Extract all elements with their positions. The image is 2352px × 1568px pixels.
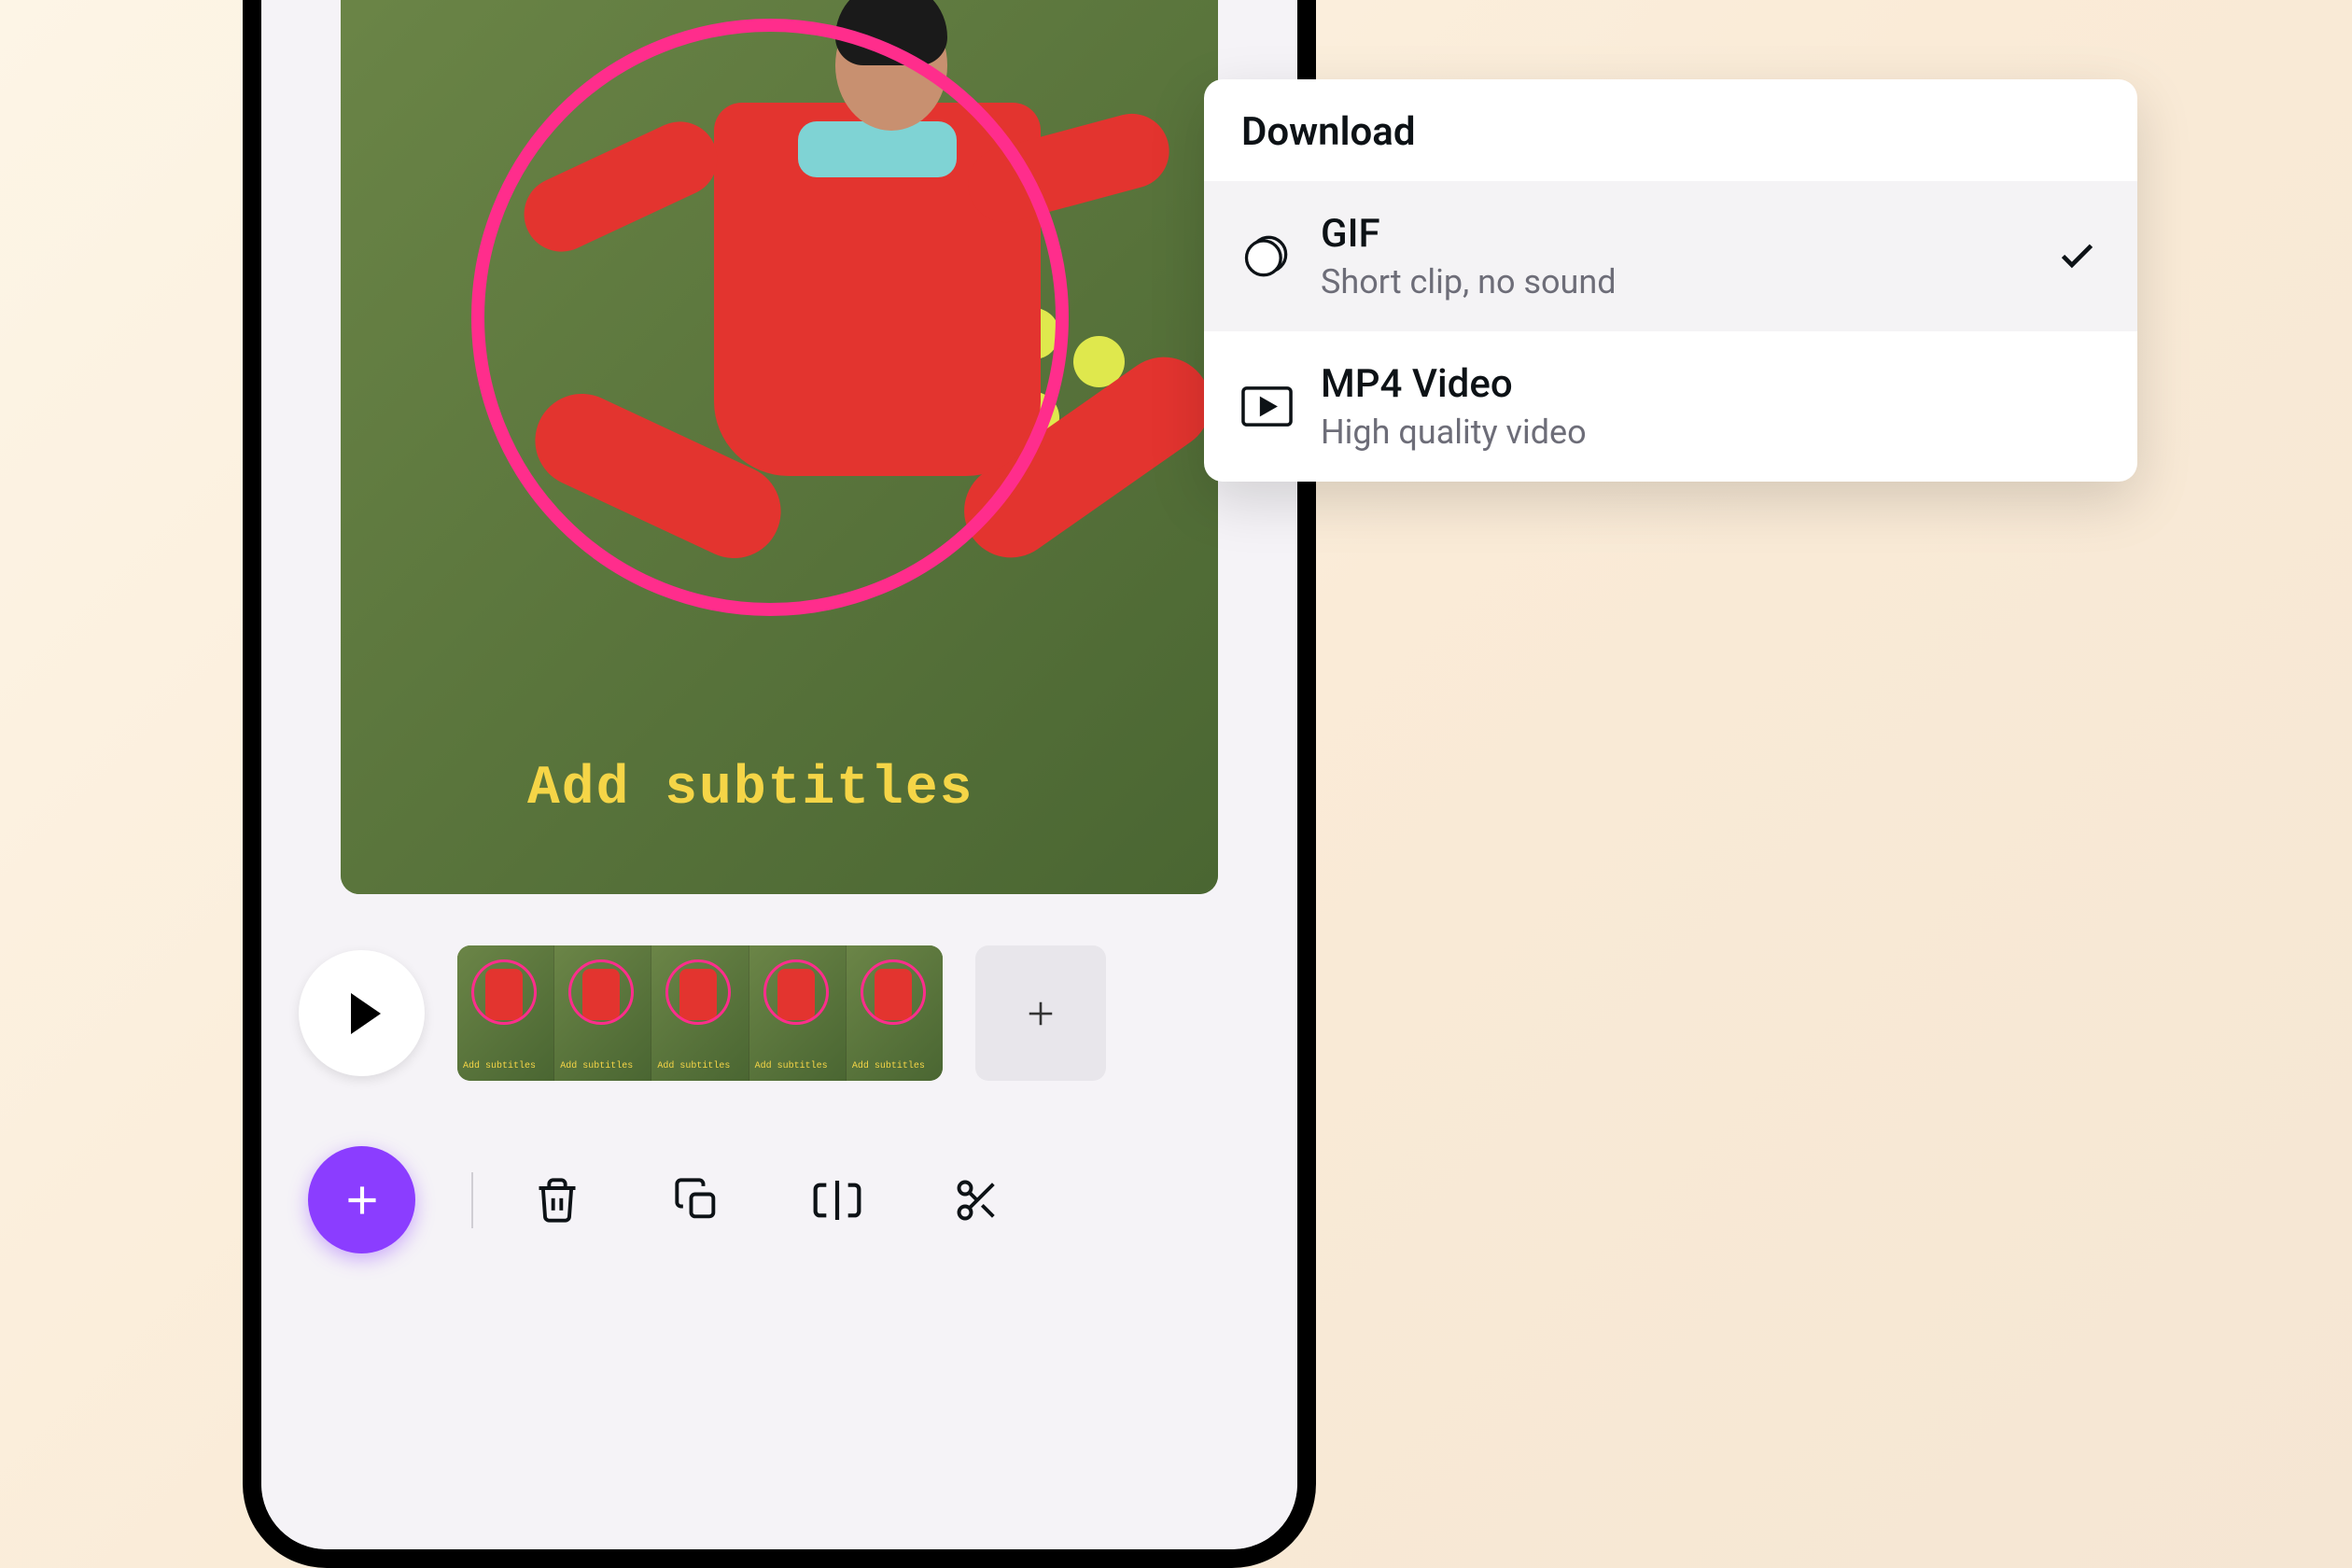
option-title: GIF: [1321, 211, 2025, 257]
subtitle-overlay[interactable]: Add subtitles: [527, 759, 973, 819]
copy-icon: [673, 1176, 721, 1225]
option-description: Short clip, no sound: [1321, 262, 2025, 301]
check-icon: [2053, 233, 2100, 280]
video-icon: [1241, 381, 1293, 432]
popup-title: Download: [1204, 79, 2137, 181]
clip-thumbnail[interactable]: Add subtitles: [554, 945, 651, 1081]
cut-button[interactable]: [949, 1172, 1005, 1228]
gif-icon: [1241, 231, 1293, 282]
split-button[interactable]: [809, 1172, 865, 1228]
clip-thumbnail[interactable]: Add subtitles: [457, 945, 554, 1081]
add-clip-button[interactable]: [975, 945, 1106, 1081]
option-description: High quality video: [1321, 413, 2100, 452]
delete-button[interactable]: [529, 1172, 585, 1228]
play-icon: [351, 993, 381, 1034]
duplicate-button[interactable]: [669, 1172, 725, 1228]
clip-timeline[interactable]: Add subtitles Add subtitles Add subtitle…: [457, 945, 943, 1081]
video-preview[interactable]: Add subtitles: [341, 0, 1218, 894]
divider: [471, 1172, 473, 1228]
play-button[interactable]: [299, 950, 425, 1076]
video-scene: Add subtitles: [341, 0, 1218, 894]
clip-thumbnail[interactable]: Add subtitles: [847, 945, 943, 1081]
split-icon: [811, 1174, 863, 1226]
timeline-row: Add subtitles Add subtitles Add subtitle…: [299, 945, 1260, 1081]
option-text: MP4 Video High quality video: [1321, 361, 2100, 452]
scissors-icon: [953, 1176, 1001, 1225]
option-text: GIF Short clip, no sound: [1321, 211, 2025, 301]
plus-icon: [339, 1177, 385, 1224]
download-option-gif[interactable]: GIF Short clip, no sound: [1204, 181, 2137, 331]
option-title: MP4 Video: [1321, 361, 2100, 407]
plus-icon: [1021, 994, 1060, 1033]
trash-icon: [533, 1176, 581, 1225]
hula-hoop-decoration: [471, 19, 1069, 616]
add-element-button[interactable]: [308, 1146, 415, 1253]
phone-frame: Add subtitles Add subtitles Add subtitle…: [243, 0, 1316, 1568]
download-option-mp4[interactable]: MP4 Video High quality video: [1204, 331, 2137, 482]
download-popup: Download GIF Short clip, no sound M: [1204, 79, 2137, 482]
phone-screen: Add subtitles Add subtitles Add subtitle…: [261, 0, 1297, 1549]
editor-toolbar: [299, 1146, 1260, 1253]
clip-thumbnail[interactable]: Add subtitles: [651, 945, 749, 1081]
clip-thumbnail[interactable]: Add subtitles: [749, 945, 847, 1081]
